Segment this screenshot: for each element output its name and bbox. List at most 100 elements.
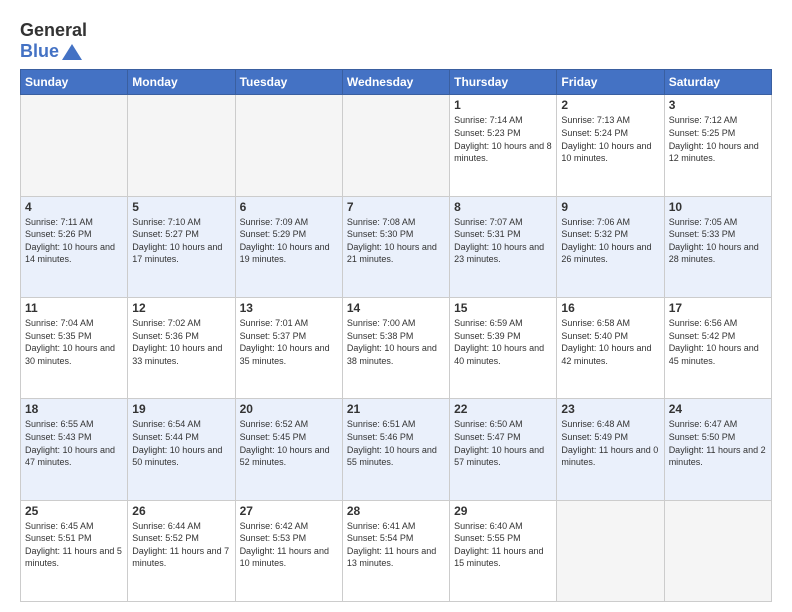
day-number: 20 <box>240 402 338 416</box>
day-number: 24 <box>669 402 767 416</box>
day-number: 18 <box>25 402 123 416</box>
logo: General Blue <box>20 20 87 61</box>
day-number: 14 <box>347 301 445 315</box>
day-header-thursday: Thursday <box>450 70 557 95</box>
calendar-cell: 18 Sunrise: 6:55 AMSunset: 5:43 PMDayligh… <box>21 399 128 500</box>
calendar-cell: 25 Sunrise: 6:45 AMSunset: 5:51 PMDayligh… <box>21 500 128 601</box>
week-row-4: 18 Sunrise: 6:55 AMSunset: 5:43 PMDayligh… <box>21 399 772 500</box>
calendar-cell: 1 Sunrise: 7:14 AMSunset: 5:23 PMDaylight… <box>450 95 557 196</box>
calendar-cell: 23 Sunrise: 6:48 AMSunset: 5:49 PMDayligh… <box>557 399 664 500</box>
day-info: Sunrise: 6:51 AMSunset: 5:46 PMDaylight:… <box>347 418 445 468</box>
calendar-cell <box>664 500 771 601</box>
day-info: Sunrise: 7:01 AMSunset: 5:37 PMDaylight:… <box>240 317 338 367</box>
logo-general: General <box>20 20 87 41</box>
calendar-cell: 8 Sunrise: 7:07 AMSunset: 5:31 PMDaylight… <box>450 196 557 297</box>
calendar-header-row: SundayMondayTuesdayWednesdayThursdayFrid… <box>21 70 772 95</box>
calendar-cell: 14 Sunrise: 7:00 AMSunset: 5:38 PMDayligh… <box>342 298 449 399</box>
day-number: 6 <box>240 200 338 214</box>
day-header-wednesday: Wednesday <box>342 70 449 95</box>
calendar-cell: 22Sunrise: 6:50 AMSunset: 5:47 PMDayligh… <box>450 399 557 500</box>
day-info: Sunrise: 6:40 AMSunset: 5:55 PMDaylight:… <box>454 520 552 570</box>
calendar-cell: 3Sunrise: 7:12 AMSunset: 5:25 PMDaylight… <box>664 95 771 196</box>
calendar-cell: 5 Sunrise: 7:10 AMSunset: 5:27 PMDaylight… <box>128 196 235 297</box>
calendar-cell <box>342 95 449 196</box>
calendar-cell: 10Sunrise: 7:05 AMSunset: 5:33 PMDayligh… <box>664 196 771 297</box>
day-header-saturday: Saturday <box>664 70 771 95</box>
day-info: Sunrise: 7:08 AMSunset: 5:30 PMDaylight:… <box>347 216 445 266</box>
day-info: Sunrise: 6:44 AMSunset: 5:52 PMDaylight:… <box>132 520 230 570</box>
day-info: Sunrise: 6:55 AMSunset: 5:43 PMDaylight:… <box>25 418 123 468</box>
day-number: 26 <box>132 504 230 518</box>
day-info: Sunrise: 7:13 AMSunset: 5:24 PMDaylight:… <box>561 114 659 164</box>
day-number: 23 <box>561 402 659 416</box>
week-row-1: 1 Sunrise: 7:14 AMSunset: 5:23 PMDaylight… <box>21 95 772 196</box>
week-row-2: 4 Sunrise: 7:11 AMSunset: 5:26 PMDaylight… <box>21 196 772 297</box>
week-row-3: 11 Sunrise: 7:04 AMSunset: 5:35 PMDayligh… <box>21 298 772 399</box>
day-info: Sunrise: 7:04 AMSunset: 5:35 PMDaylight:… <box>25 317 123 367</box>
day-header-friday: Friday <box>557 70 664 95</box>
calendar-cell: 19 Sunrise: 6:54 AMSunset: 5:44 PMDayligh… <box>128 399 235 500</box>
calendar-cell: 2 Sunrise: 7:13 AMSunset: 5:24 PMDaylight… <box>557 95 664 196</box>
day-number: 16 <box>561 301 659 315</box>
day-number: 8 <box>454 200 552 214</box>
day-number: 3 <box>669 98 767 112</box>
day-info: Sunrise: 6:48 AMSunset: 5:49 PMDaylight:… <box>561 418 659 468</box>
calendar-cell: 27Sunrise: 6:42 AMSunset: 5:53 PMDayligh… <box>235 500 342 601</box>
day-header-sunday: Sunday <box>21 70 128 95</box>
day-info: Sunrise: 7:05 AMSunset: 5:33 PMDaylight:… <box>669 216 767 266</box>
day-info: Sunrise: 6:59 AMSunset: 5:39 PMDaylight:… <box>454 317 552 367</box>
day-info: Sunrise: 6:45 AMSunset: 5:51 PMDaylight:… <box>25 520 123 570</box>
day-number: 25 <box>25 504 123 518</box>
day-number: 12 <box>132 301 230 315</box>
day-number: 22 <box>454 402 552 416</box>
week-row-5: 25 Sunrise: 6:45 AMSunset: 5:51 PMDayligh… <box>21 500 772 601</box>
day-number: 2 <box>561 98 659 112</box>
calendar-cell: 11 Sunrise: 7:04 AMSunset: 5:35 PMDayligh… <box>21 298 128 399</box>
day-info: Sunrise: 7:06 AMSunset: 5:32 PMDaylight:… <box>561 216 659 266</box>
day-info: Sunrise: 7:09 AMSunset: 5:29 PMDaylight:… <box>240 216 338 266</box>
header: General Blue <box>20 16 772 61</box>
logo-blue-row: Blue <box>20 41 87 62</box>
day-info: Sunrise: 7:00 AMSunset: 5:38 PMDaylight:… <box>347 317 445 367</box>
day-number: 15 <box>454 301 552 315</box>
calendar-cell: 6 Sunrise: 7:09 AMSunset: 5:29 PMDaylight… <box>235 196 342 297</box>
day-info: Sunrise: 7:11 AMSunset: 5:26 PMDaylight:… <box>25 216 123 266</box>
day-info: Sunrise: 7:07 AMSunset: 5:31 PMDaylight:… <box>454 216 552 266</box>
calendar-cell: 20Sunrise: 6:52 AMSunset: 5:45 PMDayligh… <box>235 399 342 500</box>
day-header-monday: Monday <box>128 70 235 95</box>
day-number: 5 <box>132 200 230 214</box>
day-number: 4 <box>25 200 123 214</box>
day-number: 9 <box>561 200 659 214</box>
day-number: 1 <box>454 98 552 112</box>
day-info: Sunrise: 6:41 AMSunset: 5:54 PMDaylight:… <box>347 520 445 570</box>
calendar-cell: 24 Sunrise: 6:47 AMSunset: 5:50 PMDayligh… <box>664 399 771 500</box>
calendar-cell: 16Sunrise: 6:58 AMSunset: 5:40 PMDayligh… <box>557 298 664 399</box>
day-number: 17 <box>669 301 767 315</box>
day-number: 21 <box>347 402 445 416</box>
calendar-table: SundayMondayTuesdayWednesdayThursdayFrid… <box>20 69 772 602</box>
day-info: Sunrise: 6:56 AMSunset: 5:42 PMDaylight:… <box>669 317 767 367</box>
calendar-cell <box>21 95 128 196</box>
day-number: 13 <box>240 301 338 315</box>
day-info: Sunrise: 7:14 AMSunset: 5:23 PMDaylight:… <box>454 114 552 164</box>
day-info: Sunrise: 6:54 AMSunset: 5:44 PMDaylight:… <box>132 418 230 468</box>
logo-blue-text: Blue <box>20 41 59 62</box>
calendar-cell <box>128 95 235 196</box>
calendar-cell: 15 Sunrise: 6:59 AMSunset: 5:39 PMDayligh… <box>450 298 557 399</box>
calendar-cell <box>557 500 664 601</box>
day-number: 7 <box>347 200 445 214</box>
calendar-cell: 12 Sunrise: 7:02 AMSunset: 5:36 PMDayligh… <box>128 298 235 399</box>
day-info: Sunrise: 7:10 AMSunset: 5:27 PMDaylight:… <box>132 216 230 266</box>
calendar-cell: 7 Sunrise: 7:08 AMSunset: 5:30 PMDaylight… <box>342 196 449 297</box>
day-header-tuesday: Tuesday <box>235 70 342 95</box>
page: General Blue SundayMondayTuesdayWednesda… <box>0 0 792 612</box>
day-info: Sunrise: 6:47 AMSunset: 5:50 PMDaylight:… <box>669 418 767 468</box>
day-number: 19 <box>132 402 230 416</box>
day-info: Sunrise: 7:02 AMSunset: 5:36 PMDaylight:… <box>132 317 230 367</box>
day-number: 11 <box>25 301 123 315</box>
calendar-cell: 29 Sunrise: 6:40 AMSunset: 5:55 PMDayligh… <box>450 500 557 601</box>
calendar-cell: 13 Sunrise: 7:01 AMSunset: 5:37 PMDayligh… <box>235 298 342 399</box>
calendar-cell: 28Sunrise: 6:41 AMSunset: 5:54 PMDayligh… <box>342 500 449 601</box>
day-info: Sunrise: 6:42 AMSunset: 5:53 PMDaylight:… <box>240 520 338 570</box>
day-number: 29 <box>454 504 552 518</box>
